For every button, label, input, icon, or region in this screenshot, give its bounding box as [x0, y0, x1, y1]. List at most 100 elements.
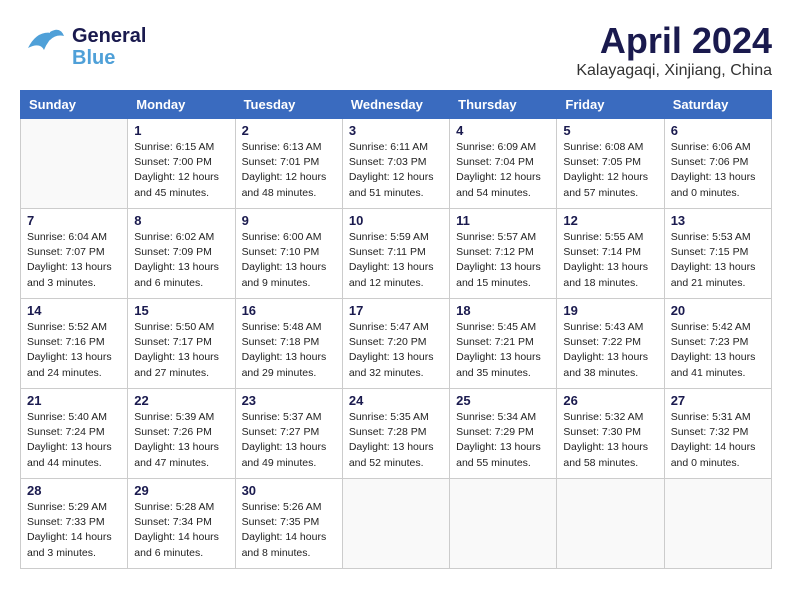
day-number: 15: [134, 303, 228, 318]
day-info: Sunrise: 5:55 AMSunset: 7:14 PMDaylight:…: [563, 230, 657, 291]
calendar-header-row: Sunday Monday Tuesday Wednesday Thursday…: [21, 91, 772, 119]
day-number: 10: [349, 213, 443, 228]
day-number: 12: [563, 213, 657, 228]
day-number: 3: [349, 123, 443, 138]
header-tuesday: Tuesday: [235, 91, 342, 119]
header-thursday: Thursday: [450, 91, 557, 119]
day-info: Sunrise: 6:11 AMSunset: 7:03 PMDaylight:…: [349, 140, 443, 201]
header-wednesday: Wednesday: [342, 91, 449, 119]
header-friday: Friday: [557, 91, 664, 119]
calendar-cell: 6 Sunrise: 6:06 AMSunset: 7:06 PMDaylight…: [664, 119, 771, 209]
day-info: Sunrise: 6:08 AMSunset: 7:05 PMDaylight:…: [563, 140, 657, 201]
day-number: 9: [242, 213, 336, 228]
day-number: 28: [27, 483, 121, 498]
title-block: April 2024 Kalayagaqi, Xinjiang, China: [576, 20, 772, 80]
day-number: 5: [563, 123, 657, 138]
day-number: 16: [242, 303, 336, 318]
calendar-cell: 16 Sunrise: 5:48 AMSunset: 7:18 PMDayligh…: [235, 299, 342, 389]
calendar-cell: 11 Sunrise: 5:57 AMSunset: 7:12 PMDayligh…: [450, 209, 557, 299]
calendar-week-row: 1 Sunrise: 6:15 AMSunset: 7:00 PMDaylight…: [21, 119, 772, 209]
calendar-title: April 2024: [576, 20, 772, 62]
day-info: Sunrise: 5:29 AMSunset: 7:33 PMDaylight:…: [27, 500, 121, 561]
day-info: Sunrise: 6:04 AMSunset: 7:07 PMDaylight:…: [27, 230, 121, 291]
day-number: 2: [242, 123, 336, 138]
calendar-cell: [342, 479, 449, 569]
day-number: 30: [242, 483, 336, 498]
day-info: Sunrise: 5:57 AMSunset: 7:12 PMDaylight:…: [456, 230, 550, 291]
calendar-cell: 14Sunrise: 5:52 AMSunset: 7:16 PMDayligh…: [21, 299, 128, 389]
calendar-cell: 17 Sunrise: 5:47 AMSunset: 7:20 PMDayligh…: [342, 299, 449, 389]
day-info: Sunrise: 5:37 AMSunset: 7:27 PMDaylight:…: [242, 410, 336, 471]
day-number: 17: [349, 303, 443, 318]
calendar-cell: 24Sunrise: 5:35 AMSunset: 7:28 PMDayligh…: [342, 389, 449, 479]
logo-icon: [20, 20, 68, 73]
day-info: Sunrise: 6:13 AMSunset: 7:01 PMDaylight:…: [242, 140, 336, 201]
calendar-cell: 3 Sunrise: 6:11 AMSunset: 7:03 PMDaylight…: [342, 119, 449, 209]
day-number: 21: [27, 393, 121, 408]
day-number: 18: [456, 303, 550, 318]
calendar-cell: 13 Sunrise: 5:53 AMSunset: 7:15 PMDayligh…: [664, 209, 771, 299]
calendar-cell: 23 Sunrise: 5:37 AMSunset: 7:27 PMDayligh…: [235, 389, 342, 479]
day-info: Sunrise: 6:15 AMSunset: 7:00 PMDaylight:…: [134, 140, 228, 201]
calendar-cell: 26 Sunrise: 5:32 AMSunset: 7:30 PMDayligh…: [557, 389, 664, 479]
day-number: 19: [563, 303, 657, 318]
day-info: Sunrise: 5:31 AMSunset: 7:32 PMDaylight:…: [671, 410, 765, 471]
header-saturday: Saturday: [664, 91, 771, 119]
calendar-cell: 28 Sunrise: 5:29 AMSunset: 7:33 PMDayligh…: [21, 479, 128, 569]
page-header: General Blue April 2024 Kalayagaqi, Xinj…: [20, 20, 772, 80]
day-info: Sunrise: 5:26 AMSunset: 7:35 PMDaylight:…: [242, 500, 336, 561]
day-info: Sunrise: 6:09 AMSunset: 7:04 PMDaylight:…: [456, 140, 550, 201]
day-info: Sunrise: 5:42 AMSunset: 7:23 PMDaylight:…: [671, 320, 765, 381]
calendar-cell: [21, 119, 128, 209]
day-info: Sunrise: 6:00 AMSunset: 7:10 PMDaylight:…: [242, 230, 336, 291]
day-number: 11: [456, 213, 550, 228]
logo: General Blue: [20, 20, 146, 73]
day-number: 1: [134, 123, 228, 138]
day-info: Sunrise: 5:32 AMSunset: 7:30 PMDaylight:…: [563, 410, 657, 471]
calendar-cell: 9 Sunrise: 6:00 AMSunset: 7:10 PMDaylight…: [235, 209, 342, 299]
header-sunday: Sunday: [21, 91, 128, 119]
calendar-table: Sunday Monday Tuesday Wednesday Thursday…: [20, 90, 772, 569]
day-number: 25: [456, 393, 550, 408]
day-info: Sunrise: 5:48 AMSunset: 7:18 PMDaylight:…: [242, 320, 336, 381]
calendar-cell: 29 Sunrise: 5:28 AMSunset: 7:34 PMDayligh…: [128, 479, 235, 569]
calendar-cell: 2 Sunrise: 6:13 AMSunset: 7:01 PMDaylight…: [235, 119, 342, 209]
day-info: Sunrise: 6:02 AMSunset: 7:09 PMDaylight:…: [134, 230, 228, 291]
day-info: Sunrise: 5:47 AMSunset: 7:20 PMDaylight:…: [349, 320, 443, 381]
day-info: Sunrise: 5:50 AMSunset: 7:17 PMDaylight:…: [134, 320, 228, 381]
day-info: Sunrise: 5:59 AMSunset: 7:11 PMDaylight:…: [349, 230, 443, 291]
calendar-cell: 18Sunrise: 5:45 AMSunset: 7:21 PMDayligh…: [450, 299, 557, 389]
day-number: 24: [349, 393, 443, 408]
header-monday: Monday: [128, 91, 235, 119]
day-number: 8: [134, 213, 228, 228]
calendar-week-row: 28 Sunrise: 5:29 AMSunset: 7:33 PMDayligh…: [21, 479, 772, 569]
day-number: 14: [27, 303, 121, 318]
calendar-cell: 12 Sunrise: 5:55 AMSunset: 7:14 PMDayligh…: [557, 209, 664, 299]
day-info: Sunrise: 5:28 AMSunset: 7:34 PMDaylight:…: [134, 500, 228, 561]
calendar-cell: [450, 479, 557, 569]
day-number: 23: [242, 393, 336, 408]
day-info: Sunrise: 5:40 AMSunset: 7:24 PMDaylight:…: [27, 410, 121, 471]
logo-text: General Blue: [72, 25, 146, 69]
day-number: 7: [27, 213, 121, 228]
day-number: 27: [671, 393, 765, 408]
day-number: 26: [563, 393, 657, 408]
calendar-cell: 1 Sunrise: 6:15 AMSunset: 7:00 PMDaylight…: [128, 119, 235, 209]
day-number: 13: [671, 213, 765, 228]
calendar-cell: 8 Sunrise: 6:02 AMSunset: 7:09 PMDaylight…: [128, 209, 235, 299]
calendar-week-row: 7 Sunrise: 6:04 AMSunset: 7:07 PMDaylight…: [21, 209, 772, 299]
day-number: 6: [671, 123, 765, 138]
day-info: Sunrise: 5:53 AMSunset: 7:15 PMDaylight:…: [671, 230, 765, 291]
calendar-week-row: 21 Sunrise: 5:40 AMSunset: 7:24 PMDayligh…: [21, 389, 772, 479]
calendar-week-row: 14Sunrise: 5:52 AMSunset: 7:16 PMDayligh…: [21, 299, 772, 389]
day-info: Sunrise: 5:34 AMSunset: 7:29 PMDaylight:…: [456, 410, 550, 471]
day-info: Sunrise: 6:06 AMSunset: 7:06 PMDaylight:…: [671, 140, 765, 201]
calendar-cell: 27 Sunrise: 5:31 AMSunset: 7:32 PMDayligh…: [664, 389, 771, 479]
day-number: 22: [134, 393, 228, 408]
day-number: 29: [134, 483, 228, 498]
calendar-cell: 25 Sunrise: 5:34 AMSunset: 7:29 PMDayligh…: [450, 389, 557, 479]
calendar-cell: 22Sunrise: 5:39 AMSunset: 7:26 PMDayligh…: [128, 389, 235, 479]
calendar-cell: 30 Sunrise: 5:26 AMSunset: 7:35 PMDayligh…: [235, 479, 342, 569]
calendar-cell: 21 Sunrise: 5:40 AMSunset: 7:24 PMDayligh…: [21, 389, 128, 479]
calendar-cell: 20Sunrise: 5:42 AMSunset: 7:23 PMDayligh…: [664, 299, 771, 389]
